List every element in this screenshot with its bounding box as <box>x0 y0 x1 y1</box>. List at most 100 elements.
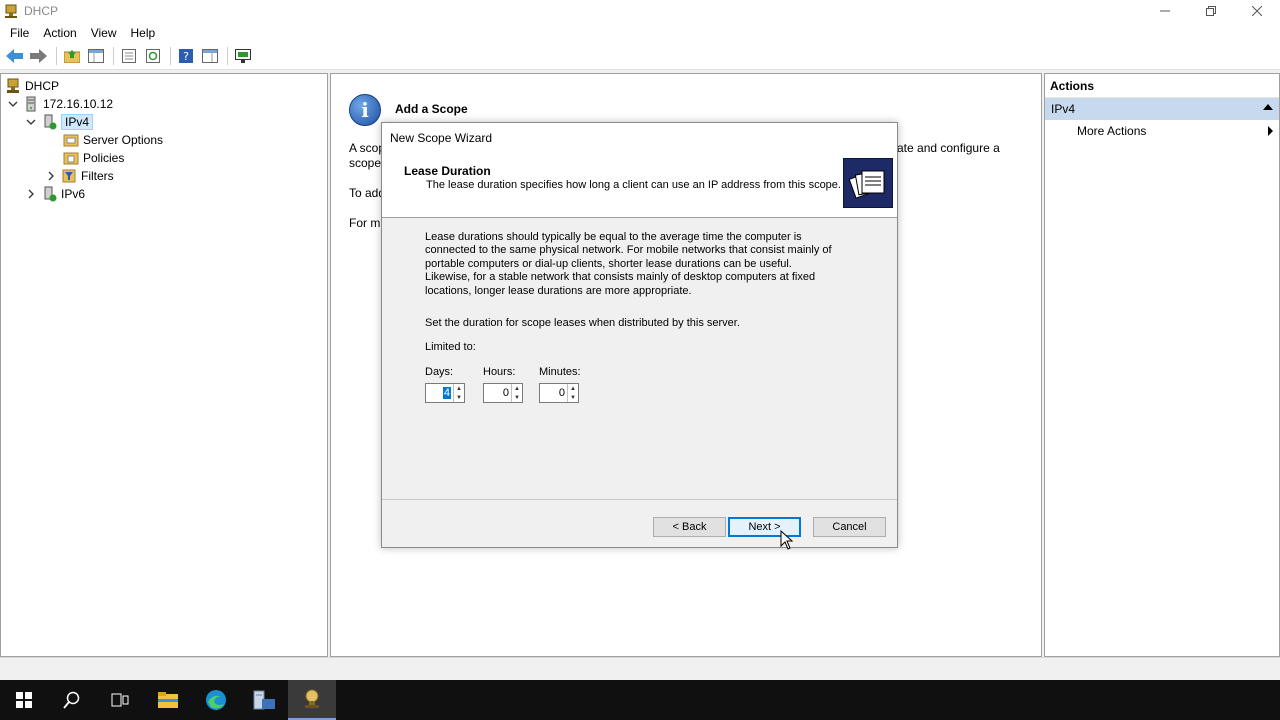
days-spinner[interactable]: 4 ▲ ▼ <box>425 383 465 403</box>
tree-label: IPv6 <box>61 187 86 201</box>
info-icon: i <box>349 94 381 126</box>
dhcp-app-icon <box>5 4 17 18</box>
back-icon <box>6 49 23 63</box>
dhcp-icon <box>305 689 319 708</box>
hours-spinner-arrows[interactable]: ▲ ▼ <box>511 384 522 402</box>
spin-up-icon[interactable]: ▲ <box>512 384 522 393</box>
server-options-icon <box>63 134 79 147</box>
show-hide-console-tree-icon <box>88 49 104 63</box>
tree-item-server[interactable]: 172.16.10.12 <box>7 95 113 113</box>
minutes-spinner-arrows[interactable]: ▲ ▼ <box>567 384 578 402</box>
chevron-right-icon[interactable] <box>45 170 57 182</box>
wizard-header: Lease Duration The lease duration specif… <box>382 153 897 218</box>
task-view-button[interactable] <box>96 680 144 720</box>
tree-item-ipv4[interactable]: IPv4 <box>25 113 94 131</box>
restore-button[interactable] <box>1188 0 1234 22</box>
menu-file[interactable]: File <box>4 26 35 40</box>
forward-button[interactable] <box>28 45 50 67</box>
minutes-spinner[interactable]: 0 ▲ ▼ <box>539 383 579 403</box>
center-text-line: For m <box>349 216 381 230</box>
restore-icon <box>1206 6 1216 16</box>
ipv4-icon <box>44 114 57 130</box>
minutes-value[interactable]: 0 <box>540 384 567 402</box>
actions-header: Actions <box>1045 74 1279 98</box>
chevron-right-icon[interactable] <box>25 188 37 200</box>
actions-pane: Actions IPv4 More Actions <box>1044 73 1280 657</box>
status-bar <box>0 657 1280 679</box>
properties-button[interactable] <box>118 45 140 67</box>
tree-label: DHCP <box>25 79 60 93</box>
back-button[interactable]: < Back <box>653 517 726 537</box>
lease-explanation-line: locations, longer lease durations are mo… <box>425 284 692 297</box>
lease-explanation: Lease durations should typically be equa… <box>425 231 835 298</box>
minimize-button[interactable] <box>1142 0 1188 22</box>
dhcp-taskbar-button[interactable] <box>288 680 336 720</box>
filters-icon <box>62 169 76 183</box>
show-hide-console-tree-button[interactable] <box>85 45 107 67</box>
center-text-line: ate and configure a <box>897 141 1000 155</box>
actions-section-label: IPv4 <box>1051 102 1076 116</box>
show-hide-action-pane-button[interactable] <box>199 45 221 67</box>
file-explorer-icon <box>158 692 178 708</box>
minimize-icon <box>1160 10 1170 12</box>
edge-button[interactable] <box>192 680 240 720</box>
wizard-caption: New Scope Wizard <box>382 123 897 153</box>
start-icon <box>16 692 32 708</box>
spin-down-icon[interactable]: ▼ <box>454 393 464 402</box>
wizard-subheading: The lease duration specifies how long a … <box>426 179 841 191</box>
minutes-label: Minutes: <box>539 366 581 378</box>
tree-item-policies[interactable]: Policies <box>63 149 124 167</box>
menu-action[interactable]: Action <box>37 26 82 40</box>
spin-down-icon[interactable]: ▼ <box>568 393 578 402</box>
server-manager-button[interactable] <box>240 680 288 720</box>
back-button[interactable] <box>4 45 26 67</box>
help-button[interactable]: ? <box>175 45 197 67</box>
start-button[interactable] <box>0 680 48 720</box>
actions-section-ipv4[interactable]: IPv4 <box>1045 98 1279 120</box>
chevron-down-icon[interactable] <box>25 116 37 128</box>
more-actions-item[interactable]: More Actions <box>1045 120 1279 142</box>
menu-view[interactable]: View <box>85 26 123 40</box>
new-scope-wizard-dialog: New Scope Wizard Lease Duration The leas… <box>381 122 898 548</box>
search-button[interactable] <box>48 680 96 720</box>
center-text-line: To add <box>349 186 386 200</box>
title-bar: DHCP <box>0 0 1280 22</box>
spin-up-icon[interactable]: ▲ <box>454 384 464 393</box>
tree-item-filters[interactable]: Filters <box>45 167 114 185</box>
menu-help[interactable]: Help <box>125 26 162 40</box>
refresh-button[interactable] <box>142 45 164 67</box>
days-spinner-arrows[interactable]: ▲ ▼ <box>453 384 464 402</box>
close-button[interactable] <box>1234 0 1280 22</box>
file-explorer-button[interactable] <box>144 680 192 720</box>
hours-spinner[interactable]: 0 ▲ ▼ <box>483 383 523 403</box>
tree-item-server-options[interactable]: Server Options <box>63 131 163 149</box>
wizard-footer-divider <box>382 499 897 500</box>
task-view-icon <box>111 693 129 707</box>
days-label: Days: <box>425 366 454 378</box>
chevron-down-icon[interactable] <box>7 98 19 110</box>
mouse-cursor-icon <box>780 530 794 550</box>
toolbar-separator <box>170 47 171 65</box>
lease-explanation-line: portable computers or dial-up clients, s… <box>425 257 792 270</box>
cancel-button[interactable]: Cancel <box>813 517 886 537</box>
up-folder-button[interactable] <box>61 45 83 67</box>
hours-value[interactable]: 0 <box>484 384 511 402</box>
taskbar <box>0 680 1280 720</box>
more-actions-label: More Actions <box>1077 124 1147 138</box>
days-value[interactable]: 4 <box>426 384 453 402</box>
wizard-folders-icon <box>843 158 893 208</box>
policies-icon <box>63 152 79 165</box>
menu-bar: File Action View Help <box>0 22 1280 43</box>
refresh-icon <box>146 49 160 63</box>
submenu-arrow-icon <box>1268 126 1273 136</box>
tree-label: Policies <box>83 151 125 165</box>
tree-item-ipv6[interactable]: IPv6 <box>25 185 85 203</box>
spin-up-icon[interactable]: ▲ <box>568 384 578 393</box>
tree-label: 172.16.10.12 <box>43 97 114 111</box>
spin-down-icon[interactable]: ▼ <box>512 393 522 402</box>
collapse-up-icon[interactable] <box>1263 104 1273 110</box>
tree-label: Filters <box>81 169 114 183</box>
window-title: DHCP <box>24 4 59 18</box>
tree-item-dhcp[interactable]: DHCP <box>5 77 59 95</box>
monitor-button[interactable] <box>232 45 254 67</box>
